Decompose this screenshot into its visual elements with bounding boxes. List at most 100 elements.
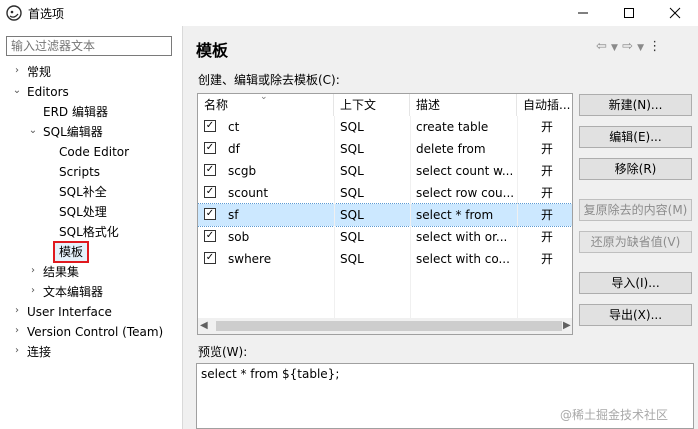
table-label: 创建、编辑或除去模板(C): (198, 73, 340, 87)
new-button[interactable]: 新建(N)... (579, 94, 692, 116)
cell-desc: delete from (416, 142, 486, 156)
row-checkbox[interactable]: ✓ (204, 186, 216, 198)
table-row[interactable]: ✓ scgb SQL select count w... 开 (198, 160, 572, 182)
tree-expander-icon[interactable]: ⌄ (28, 125, 38, 136)
row-checkbox[interactable]: ✓ (204, 252, 216, 264)
revert-default-button[interactable]: 还原为缺省值(V) (579, 231, 692, 253)
page-navigation: ⇦ ▼ ⇨ ▼ ⋮ (596, 39, 661, 54)
minimize-icon[interactable] (560, 0, 606, 26)
cell-name: sob (228, 230, 250, 244)
column-divider (334, 116, 335, 334)
tree-item[interactable]: Editors (27, 83, 69, 101)
row-checkbox[interactable]: ✓ (204, 164, 216, 176)
cell-name: scgb (228, 164, 257, 178)
table-row[interactable]: ✓ ct SQL create table 开 (198, 116, 572, 138)
window-title: 首选项 (28, 7, 65, 21)
tree-item[interactable]: SQL格式化 (59, 223, 119, 241)
tree-item[interactable]: Version Control (Team) (27, 323, 163, 341)
import-button[interactable]: 导入(I)... (579, 272, 692, 294)
cell-context: SQL (340, 230, 364, 244)
tree-item-selected[interactable]: 模板 (52, 241, 90, 263)
row-checkbox[interactable]: ✓ (204, 142, 216, 154)
restore-removed-button[interactable]: 复原除去的内容(M) (579, 199, 692, 221)
sort-indicator-icon: ⌄ (260, 93, 268, 102)
tree-item[interactable]: 常规 (27, 63, 51, 81)
cell-desc: create table (416, 120, 489, 134)
table-row[interactable]: ✓ sf SQL select * from 开 (198, 203, 572, 227)
watermark: @稀土掘金技术社区 (560, 408, 669, 422)
remove-button[interactable]: 移除(R) (579, 158, 692, 180)
tree-item[interactable]: ERD 编辑器 (43, 103, 108, 121)
column-header-name[interactable]: 名称 ⌄ (198, 94, 334, 116)
cell-desc: select count w... (416, 164, 514, 178)
tree-item[interactable]: User Interface (27, 303, 112, 321)
close-icon[interactable] (652, 0, 698, 26)
forward-dropdown-icon[interactable]: ▼ (637, 43, 644, 53)
tree-item[interactable]: SQL处理 (59, 203, 107, 221)
row-checkbox[interactable]: ✓ (204, 208, 216, 220)
table-row[interactable]: ✓ sob SQL select with or... 开 (198, 226, 572, 248)
cell-name: ct (228, 120, 240, 134)
cell-auto: 开 (541, 142, 554, 156)
table-row[interactable]: ✓ df SQL delete from 开 (198, 138, 572, 160)
tree-item[interactable]: Code Editor (59, 143, 129, 161)
page-title: 模板 (196, 41, 229, 60)
tree-item[interactable]: 连接 (27, 343, 51, 361)
column-header-description[interactable]: 描述 (410, 94, 517, 116)
cell-desc: select * from (416, 208, 494, 222)
cell-auto: 开 (541, 252, 554, 266)
tree-item[interactable]: Scripts (59, 163, 100, 181)
column-header-context[interactable]: 上下文 (334, 94, 410, 116)
back-dropdown-icon[interactable]: ▼ (611, 43, 618, 53)
tree-item[interactable]: SQL补全 (59, 183, 107, 201)
tree-item[interactable]: SQL编辑器 (43, 123, 103, 141)
tree-expander-icon[interactable]: › (12, 305, 22, 316)
tree-expander-icon[interactable]: › (28, 265, 38, 276)
cell-context: SQL (340, 186, 364, 200)
app-icon (6, 5, 22, 21)
cell-auto: 开 (541, 164, 554, 178)
cell-desc: select with co... (416, 252, 510, 266)
tree-expander-icon[interactable]: › (12, 65, 22, 76)
column-divider (410, 116, 411, 334)
cell-name: df (228, 142, 240, 156)
tree-expander-icon[interactable]: › (12, 345, 22, 356)
row-checkbox[interactable]: ✓ (204, 120, 216, 132)
cell-auto: 开 (541, 208, 554, 222)
tree-item[interactable]: 结果集 (43, 263, 79, 281)
row-checkbox[interactable]: ✓ (204, 230, 216, 242)
tree-item[interactable]: 文本编辑器 (43, 283, 103, 301)
cell-desc: select with or... (416, 230, 508, 244)
cell-desc: select row cou... (416, 186, 515, 200)
table-row[interactable]: ✓ swhere SQL select with co... 开 (198, 248, 572, 270)
scroll-left-icon[interactable]: ◀ (200, 320, 208, 331)
preview-text: select * from ${table}; (201, 367, 340, 381)
column-divider (517, 116, 518, 334)
edit-button[interactable]: 编辑(E)... (579, 126, 692, 148)
cell-auto: 开 (541, 230, 554, 244)
cell-context: SQL (340, 252, 364, 266)
maximize-icon[interactable] (606, 0, 652, 26)
scroll-right-icon[interactable]: ▶ (563, 320, 571, 331)
export-button[interactable]: 导出(X)... (579, 304, 692, 326)
table-row[interactable]: ✓ scount SQL select row cou... 开 (198, 182, 572, 204)
tree-expander-icon[interactable]: ⌄ (12, 85, 22, 96)
cell-auto: 开 (541, 120, 554, 134)
forward-arrow-icon[interactable]: ⇨ (622, 39, 633, 54)
tree-expander-icon[interactable]: › (12, 325, 22, 336)
more-menu-icon[interactable]: ⋮ (648, 39, 661, 54)
templates-table: 名称 ⌄ 上下文 描述 自动插... ✓ ct SQL create table 开 ✓ d… (197, 93, 573, 335)
cell-name: scount (228, 186, 269, 200)
tree-expander-icon[interactable]: › (28, 285, 38, 296)
cell-context: SQL (340, 142, 364, 156)
cell-name: sf (228, 208, 239, 222)
cell-auto: 开 (541, 186, 554, 200)
back-arrow-icon[interactable]: ⇦ (596, 39, 607, 54)
cell-context: SQL (340, 120, 364, 134)
cell-context: SQL (340, 208, 364, 222)
cell-name: swhere (228, 252, 272, 266)
filter-input[interactable] (6, 36, 172, 56)
scrollbar-thumb[interactable] (216, 321, 562, 331)
preview-label: 预览(W): (198, 345, 248, 359)
column-header-auto-insert[interactable]: 自动插... (517, 94, 572, 116)
